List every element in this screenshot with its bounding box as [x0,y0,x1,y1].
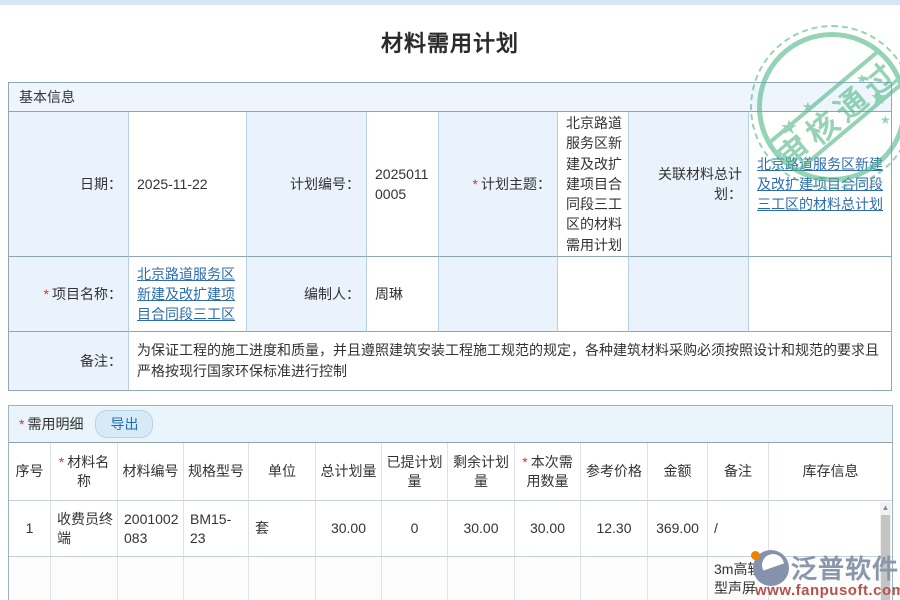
basic-info-table: 日期： 2025-11-22 计划编号： 20250110005 *计划主题： … [9,112,891,390]
table-row-cell: 0 [382,501,448,557]
col-unit: 单位 [249,443,316,501]
table-row-cell: 2001002083 [118,501,184,557]
plan-no-value: 20250110005 [367,112,439,257]
remark-label: 备注： [9,332,129,390]
col-spec: 规格型号 [184,443,249,501]
table-row-cell [382,557,448,600]
basic-info-section-title: 基本信息 [9,83,891,112]
required-asterisk: * [19,416,24,432]
remark-value: 为保证工程的施工进度和质量，并且遵照建筑安装工程施工规范的规定，各种建筑材料采购… [129,332,891,390]
empty-cell [439,257,558,332]
table-row-cell: 30.00 [316,501,382,557]
col-remaining: 剩余计划量 [448,443,515,501]
watermark-brand: 泛普软件 [791,549,899,586]
table-row-cell [515,557,581,600]
page-title: 材料需用计划 [0,26,900,58]
scroll-up-icon[interactable]: ▲ [880,502,891,514]
table-row-cell [9,557,51,600]
table-row-cell: 收费员终端 [51,501,118,557]
table-row-cell [581,557,648,600]
topic-value: 北京路道服务区新建及改扩建项目合同段三工区的材料需用计划 [558,112,629,257]
table-row-cell: 12.30 [581,501,648,557]
detail-section-bar: *需用明细 导出 [9,406,892,443]
related-plan-value: 北京路道服务区新建及改扩建项目合同段三工区的材料总计划 [749,112,891,257]
col-submitted: 已提计划量 [382,443,448,501]
empty-cell [558,257,629,332]
required-asterisk: * [44,286,49,302]
table-row-cell: BM15-23 [184,501,249,557]
top-accent-strip [0,0,900,5]
table-row-cell [448,557,515,600]
col-current-need: *本次需用数量 [515,443,581,501]
table-row-cell: 369.00 [648,501,708,557]
table-row-cell [316,557,382,600]
table-row-cell [51,557,118,600]
empty-cell [749,257,891,332]
table-row-cell: 1 [9,501,51,557]
col-material-name: *材料名称 [51,443,118,501]
detail-section-title: 需用明细 [27,416,83,432]
related-plan-label: 关联材料总计划： [629,112,749,257]
table-row-cell: 30.00 [515,501,581,557]
col-stock-info: 库存信息 [769,443,892,501]
required-asterisk: * [473,176,478,192]
vendor-watermark: 泛普软件 www.fanpusoft.com [753,549,900,599]
basic-info-panel: 基本信息 日期： 2025-11-22 计划编号： 20250110005 *计… [8,82,892,391]
project-link[interactable]: 北京路道服务区新建及改扩建项目合同段三工区 [137,264,240,325]
col-seq: 序号 [9,443,51,501]
topic-label: *计划主题： [439,112,558,257]
project-label: *项目名称： [9,257,129,332]
required-asterisk: * [522,454,527,470]
project-value: 北京路道服务区新建及改扩建项目合同段三工区 [129,257,247,332]
table-row-cell [118,557,184,600]
table-row-cell: 30.00 [448,501,515,557]
logo-orange-dot [751,551,760,560]
compiler-value: 周琳 [367,257,439,332]
related-plan-link[interactable]: 北京路道服务区新建及改扩建项目合同段三工区的材料总计划 [757,154,885,215]
compiler-label: 编制人： [247,257,367,332]
table-row-cell [249,557,316,600]
col-total-plan: 总计划量 [316,443,382,501]
col-material-code: 材料编号 [118,443,184,501]
col-ref-price: 参考价格 [581,443,648,501]
fanpu-logo-icon [753,550,789,586]
date-value: 2025-11-22 [129,112,247,257]
export-button[interactable]: 导出 [95,410,153,438]
empty-cell [629,257,749,332]
col-amount: 金额 [648,443,708,501]
col-remark: 备注 [708,443,769,501]
table-row-cell [648,557,708,600]
table-row-cell: 套 [249,501,316,557]
date-label: 日期： [9,112,129,257]
plan-no-label: 计划编号： [247,112,367,257]
required-asterisk: * [59,454,64,470]
table-row-cell [184,557,249,600]
